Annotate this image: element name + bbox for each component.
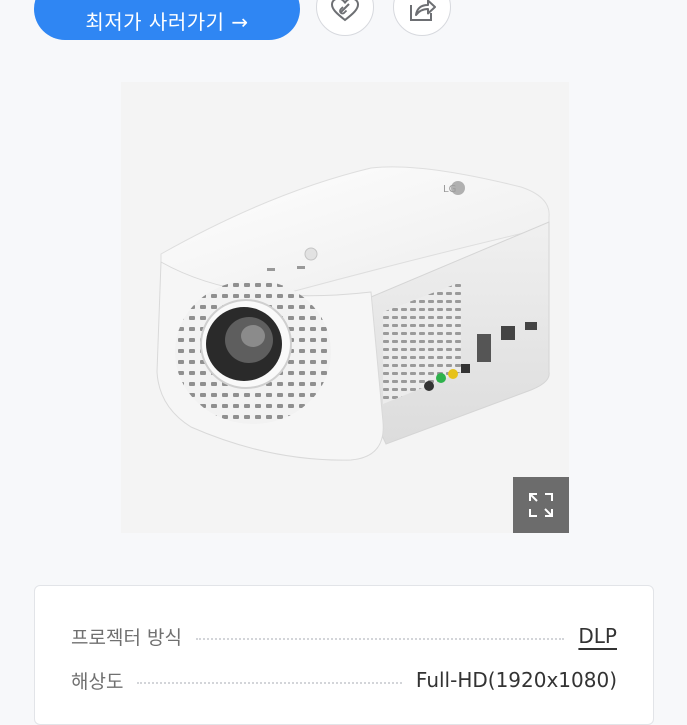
spec-card: 프로젝터 방식 DLP 해상도 Full-HD(1920x1080)	[34, 585, 654, 725]
spec-label: 프로젝터 방식	[71, 626, 182, 649]
buy-lowest-price-button[interactable]: 최저가 사러가기 →	[34, 0, 300, 40]
spec-value: Full-HD(1920x1080)	[415, 668, 617, 692]
spec-value-link[interactable]: DLP	[578, 624, 617, 648]
heart-link-icon	[330, 0, 360, 22]
expand-icon	[529, 493, 553, 517]
spec-label: 해상도	[71, 670, 124, 693]
brand-logo: LG	[443, 184, 456, 195]
projector-illustration: LG	[156, 166, 550, 461]
spec-row: 해상도 Full-HD(1920x1080)	[71, 664, 617, 696]
buy-lowest-price-label: 최저가 사러가기 →	[85, 9, 249, 34]
share-button[interactable]	[393, 0, 451, 36]
spec-divider	[195, 638, 565, 640]
spec-row: 프로젝터 방식 DLP	[71, 620, 617, 652]
spec-divider	[137, 682, 402, 684]
wish-button[interactable]	[316, 0, 374, 36]
share-icon	[410, 0, 436, 21]
expand-image-button[interactable]	[513, 477, 569, 533]
product-image: LG	[121, 82, 569, 533]
